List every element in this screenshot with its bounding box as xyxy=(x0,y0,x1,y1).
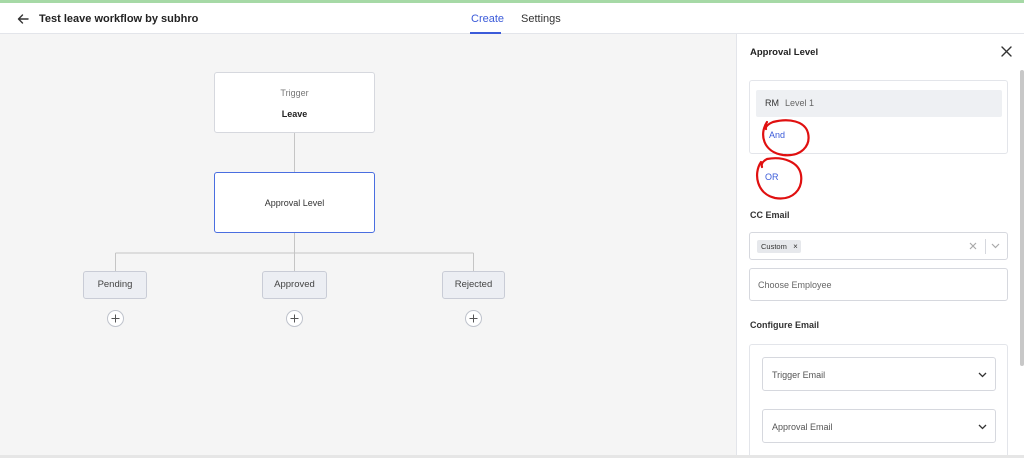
status-node-rejected[interactable]: Rejected xyxy=(442,271,505,299)
approval-level-node[interactable]: Approval Level xyxy=(214,172,375,233)
status-node-pending[interactable]: Pending xyxy=(83,271,147,299)
trigger-value: Leave xyxy=(281,109,308,119)
plus-icon xyxy=(290,314,299,323)
approval-level-panel: Approval Level RM Level 1 And OR CC Emai… xyxy=(736,34,1024,458)
selected-chip: Custom × xyxy=(757,240,801,253)
tab-settings[interactable]: Settings xyxy=(521,13,561,25)
approver-role: RM xyxy=(765,98,779,108)
cc-email-label: CC Email xyxy=(750,210,790,220)
panel-title: Approval Level xyxy=(750,47,819,58)
panel-scrollbar[interactable] xyxy=(1020,70,1024,366)
workflow-canvas[interactable]: Trigger Leave Approval Level Pending App… xyxy=(0,34,736,458)
chevron-down-icon xyxy=(978,372,987,378)
plus-icon xyxy=(111,314,120,323)
configure-email-label: Configure Email xyxy=(750,320,820,330)
choose-employee-input[interactable] xyxy=(749,268,1008,301)
status-node-approved[interactable]: Approved xyxy=(262,271,327,299)
plus-icon xyxy=(469,314,478,323)
approver-level: Level 1 xyxy=(785,98,815,108)
workflow-title: Test leave workflow by subhro xyxy=(39,13,199,25)
configure-email-card: Trigger Email Approval Email xyxy=(749,344,1008,458)
cc-email-select[interactable]: Custom × xyxy=(749,232,1008,260)
trigger-node[interactable]: Trigger Leave xyxy=(214,72,375,133)
approval-level-node-label: Approval Level xyxy=(264,198,325,208)
chevron-down-icon xyxy=(978,424,987,430)
add-step-pending-button[interactable] xyxy=(107,310,124,327)
trigger-email-label: Trigger Email xyxy=(772,370,826,380)
select-divider xyxy=(985,239,986,254)
approver-row[interactable]: RM Level 1 xyxy=(756,90,1002,117)
clear-icon[interactable] xyxy=(969,242,977,250)
tab-create[interactable]: Create xyxy=(471,13,504,25)
approval-email-label: Approval Email xyxy=(772,422,833,432)
trigger-email-dropdown[interactable]: Trigger Email xyxy=(762,357,996,391)
or-condition-link[interactable]: OR xyxy=(765,172,779,182)
trigger-label: Trigger xyxy=(280,88,309,98)
chip-label: Custom xyxy=(761,242,787,251)
add-step-approved-button[interactable] xyxy=(286,310,303,327)
header-bar: Test leave workflow by subhro Create Set… xyxy=(0,3,1024,34)
approval-email-dropdown[interactable]: Approval Email xyxy=(762,409,996,443)
chip-remove-icon[interactable]: × xyxy=(793,240,798,253)
approval-level-card: RM Level 1 xyxy=(749,80,1008,154)
chevron-down-icon[interactable] xyxy=(991,243,1000,249)
close-icon[interactable] xyxy=(1001,46,1012,57)
add-step-rejected-button[interactable] xyxy=(465,310,482,327)
and-condition-link[interactable]: And xyxy=(769,130,785,140)
back-arrow-icon[interactable] xyxy=(16,12,30,26)
